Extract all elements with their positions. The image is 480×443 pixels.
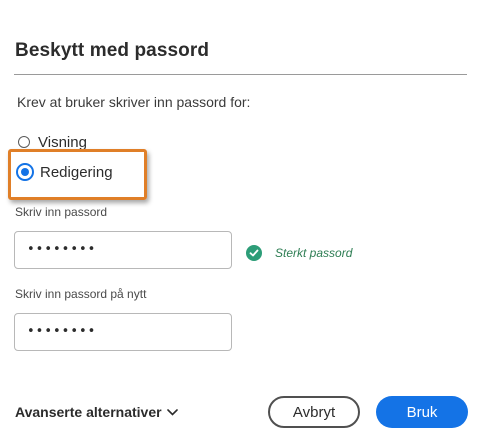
highlight-callout-box	[8, 149, 147, 200]
advanced-options-label: Avanserte alternativer	[15, 404, 162, 420]
password-strength: Sterkt passord	[246, 245, 352, 261]
confirm-password-input[interactable]: ••••••••	[14, 313, 232, 351]
view-option-clip: Visning	[18, 134, 87, 150]
protect-with-password-dialog: Beskytt med passord Krev at bruker skriv…	[0, 0, 480, 443]
cancel-button[interactable]: Avbryt	[268, 396, 360, 428]
password-input[interactable]: ••••••••	[14, 231, 232, 269]
radio-view[interactable]	[18, 136, 30, 148]
password-prompt: Krev at bruker skriver inn passord for:	[17, 94, 251, 110]
radio-view-label: Visning	[38, 134, 87, 150]
chevron-down-icon	[166, 408, 178, 416]
advanced-options-toggle[interactable]: Avanserte alternativer	[15, 404, 178, 420]
radio-option-view[interactable]: Visning	[18, 134, 87, 150]
title-divider	[14, 74, 467, 75]
password-strength-text: Sterkt passord	[275, 246, 353, 260]
check-circle-icon	[246, 245, 262, 261]
apply-button[interactable]: Bruk	[376, 396, 468, 428]
confirm-password-label: Skriv inn passord på nytt	[15, 287, 147, 301]
password-label: Skriv inn passord	[15, 205, 108, 219]
dialog-title: Beskytt med passord	[15, 40, 210, 61]
